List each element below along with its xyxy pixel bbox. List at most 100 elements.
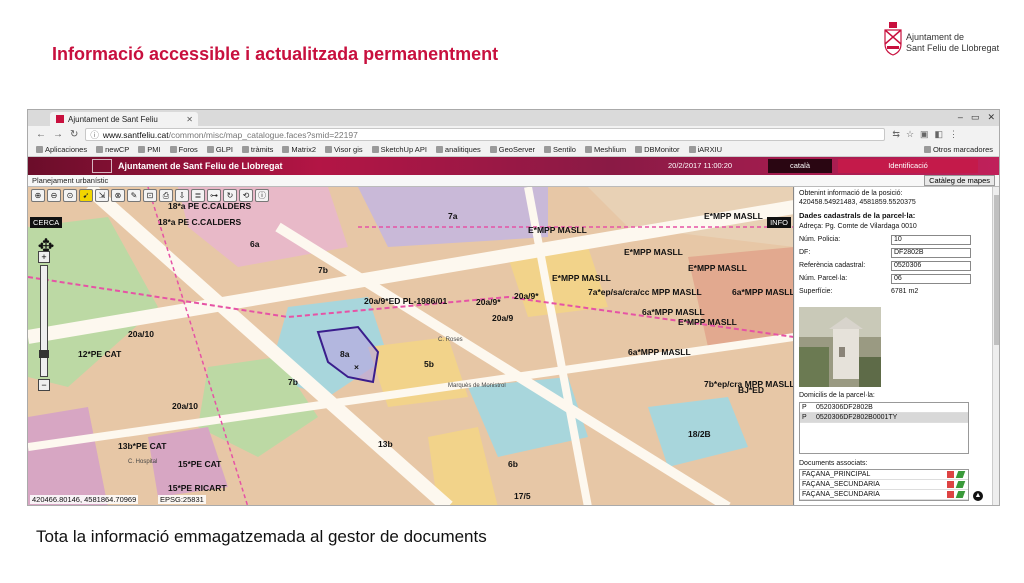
history-icon[interactable]: ⟲ [239,189,253,202]
field-value[interactable]: DF2802B [891,248,971,258]
document-file-icon[interactable] [947,481,954,488]
scroll-top-icon[interactable]: ▲ [973,491,983,501]
measure-icon[interactable]: ⇲ [95,189,109,202]
bookmark-item[interactable]: Sentilo [544,145,576,154]
info-panel: Obtenint informació de la posició: 42045… [795,187,999,505]
svg-text:E*MPP MASLL: E*MPP MASLL [624,247,683,257]
other-bookmarks[interactable]: Otros marcadores [923,145,993,154]
translate-icon[interactable]: ⇆ [892,129,900,140]
layers-icon[interactable]: ≣ [191,189,205,202]
document-row[interactable]: FAÇANA_SECUNDARIA [800,490,968,500]
crest-icon [884,22,902,56]
bookmark-item[interactable]: GLPI [206,145,233,154]
bookmark-item[interactable]: GeoServer [489,145,535,154]
zoom-plus-icon[interactable]: + [38,251,50,263]
map-view[interactable]: 8a × 18*a PE C.CALDERS 18*a PE C.CALDERS… [28,187,794,506]
surface-label: Superfície: [799,288,833,295]
close-tab-icon[interactable]: ✕ [186,115,193,124]
bookmark-item[interactable]: Visor gis [325,145,363,154]
svg-text:20a/9*ED PL-1986/01: 20a/9*ED PL-1986/01 [364,296,447,306]
bookmark-item[interactable]: iARXIU [688,145,722,154]
info-panel-button[interactable]: INFO [767,217,791,228]
field-label: Referència cadastral: [799,262,866,269]
svg-text:20a/9: 20a/9 [492,313,514,323]
bookmark-item[interactable]: SketchUp API [371,145,427,154]
field-value[interactable]: 0520306 [891,261,971,271]
document-file-icon[interactable] [947,471,954,478]
download-icon[interactable]: ⇩ [175,189,189,202]
bookmark-icon [489,146,497,153]
back-icon[interactable]: ← [36,129,46,140]
address-bar[interactable]: ⓘ www.santfeliu.cat/common/misc/map_cata… [85,128,886,141]
select-icon[interactable]: ⊡ [143,189,157,202]
edit-pencil-icon[interactable] [955,471,966,478]
table-row[interactable]: P 0520306DF2802B [800,403,968,413]
print-icon[interactable]: ⎙ [159,189,173,202]
forward-icon[interactable]: → [53,129,63,140]
zoom-out-icon[interactable]: ⊖ [47,189,61,202]
svg-text:15*PE CAT: 15*PE CAT [178,459,222,469]
surface-value: 6781 m2 [891,288,919,295]
panel-scrollbar[interactable] [992,187,999,505]
zoom-slider-knob[interactable] [39,350,49,358]
extension-icon[interactable]: ◧ [935,129,944,140]
facade-photo[interactable] [799,307,881,387]
bookmark-icon [282,146,290,153]
svg-text:6b: 6b [508,459,518,469]
bookmark-item[interactable]: Foros [169,145,198,154]
document-name: FAÇANA_SECUNDARIA [802,481,880,488]
star-icon[interactable]: ☆ [906,129,914,140]
map-canvas[interactable]: 8a × 18*a PE C.CALDERS 18*a PE C.CALDERS… [28,187,794,506]
domicile-code: 0520306DF2802B [816,404,873,411]
search-panel-button[interactable]: CERCA [30,217,63,228]
edit-pencil-icon[interactable] [955,481,966,488]
bookmark-item[interactable]: newCP [96,145,129,154]
document-row[interactable]: FAÇANA_PRINCIPAL [800,470,968,480]
field-value[interactable]: 06 [891,274,971,284]
maximize-icon[interactable]: ▭ [971,112,980,123]
menu-icon[interactable]: ⋮ [949,129,958,140]
edit-pencil-icon[interactable] [955,491,966,498]
bookmark-item[interactable]: PMI [138,145,161,154]
login-button[interactable]: Identificació [838,159,978,173]
field-row: DF: DF2802B [799,248,979,258]
draw-icon[interactable]: ✎ [127,189,141,202]
svg-text:7b: 7b [318,265,328,275]
document-name: FAÇANA_SECUNDARIA [802,491,880,498]
bookmark-icon [371,146,379,153]
zoom-extent-icon[interactable]: ⊙ [63,189,77,202]
link-icon[interactable]: ⊶ [207,189,221,202]
svg-text:20a/10: 20a/10 [172,401,198,411]
close-window-icon[interactable]: ✕ [987,112,995,123]
slide-caption: Tota la informació emmagatzemada al gest… [36,527,487,546]
table-row[interactable]: P 0520306DF2802B0001TY [800,413,968,423]
scrollbar-thumb[interactable] [994,195,999,345]
bookmark-item[interactable]: Matrix2 [282,145,316,154]
bookmark-item[interactable]: Aplicaciones [36,145,87,154]
language-selector[interactable]: català [768,159,832,173]
minimize-icon[interactable]: – [958,112,963,123]
city-council-logo: Ajuntament de Sant Feliu de Llobregat [884,22,999,56]
zoom-in-icon[interactable]: ⊕ [31,189,45,202]
map-catalog-button[interactable]: Catàleg de mapes [924,175,995,186]
bookmark-item[interactable]: Meshlium [584,145,626,154]
browser-tab[interactable]: Ajuntament de Sant Feliu ✕ [50,112,198,126]
bookmark-item[interactable]: DBMonitor [635,145,680,154]
refresh-icon[interactable]: ↻ [223,189,237,202]
field-value[interactable]: 10 [891,235,971,245]
info-tool-icon[interactable]: ➹ [79,189,93,202]
folder-icon [923,146,931,153]
bookmark-icon [169,146,177,153]
zoom-slider[interactable] [39,265,49,377]
clear-icon[interactable]: ⊗ [111,189,125,202]
bookmark-item[interactable]: tràmits [241,145,273,154]
bookmark-item[interactable]: analitiques [435,145,481,154]
reload-icon[interactable]: ↻ [70,129,78,140]
extension-icon[interactable]: ▣ [920,129,929,140]
document-row[interactable]: FAÇANA_SECUNDARIA [800,480,968,490]
projection-label: EPSG:25831 [158,495,206,504]
help-icon[interactable]: ⓘ [255,189,269,202]
zoom-minus-icon[interactable]: − [38,379,50,391]
document-file-icon[interactable] [947,491,954,498]
svg-text:18*a PE C.CALDERS: 18*a PE C.CALDERS [158,217,241,227]
